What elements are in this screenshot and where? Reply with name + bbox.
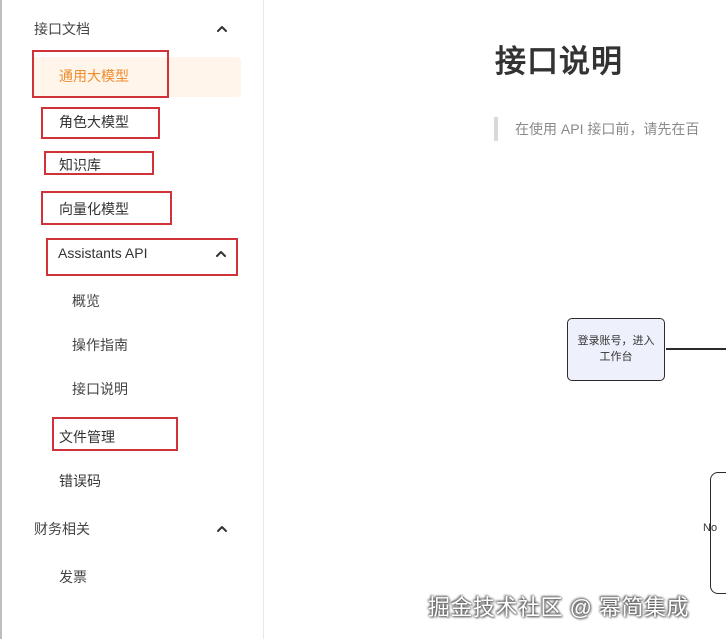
main-content: 接口说明 在使用 API 接口前，请先在百 登录账号，进入 工作台 No — [265, 0, 726, 639]
sidebar-item-overview[interactable]: 概览 — [72, 291, 100, 311]
chevron-up-icon[interactable] — [215, 522, 229, 536]
sidebar-item-error-codes[interactable]: 错误码 — [59, 471, 101, 491]
sidebar-item-role-llm[interactable]: 角色大模型 — [59, 112, 129, 132]
flow-step-login: 登录账号，进入 工作台 — [567, 318, 665, 381]
flow-step-login-line1: 登录账号，进入 — [577, 335, 655, 347]
chevron-up-icon[interactable] — [215, 22, 229, 36]
sidebar-item-knowledge-base[interactable]: 知识库 — [59, 155, 101, 175]
flow-no-label: No — [703, 522, 718, 534]
flow-step-login-line2: 工作台 — [599, 351, 633, 363]
docs-sidebar: 接口文档 通用大模型 角色大模型 知识库 向量化模型 Assistants AP… — [2, 0, 264, 639]
sidebar-item-guide[interactable]: 操作指南 — [72, 335, 128, 355]
sidebar-item-invoice[interactable]: 发票 — [59, 567, 87, 587]
sidebar-item-vectorization[interactable]: 向量化模型 — [59, 199, 129, 219]
sidebar-item-assistants-api[interactable]: Assistants API — [58, 243, 147, 263]
sidebar-section-finance[interactable]: 财务相关 — [34, 519, 90, 539]
sidebar-item-api-desc[interactable]: 接口说明 — [72, 379, 128, 399]
sidebar-section-api-docs[interactable]: 接口文档 — [34, 19, 90, 39]
watermark: 掘金技术社区 @ 幂简集成 — [428, 595, 690, 620]
flow-connector — [666, 348, 726, 350]
sidebar-item-file-management[interactable]: 文件管理 — [59, 427, 115, 447]
chevron-up-icon[interactable] — [214, 247, 228, 261]
notice-text: 在使用 API 接口前，请先在百 — [515, 121, 700, 137]
notice-quote-bar — [494, 117, 498, 141]
page-title: 接口说明 — [495, 44, 623, 79]
sidebar-item-general-llm[interactable]: 通用大模型 — [59, 66, 129, 86]
